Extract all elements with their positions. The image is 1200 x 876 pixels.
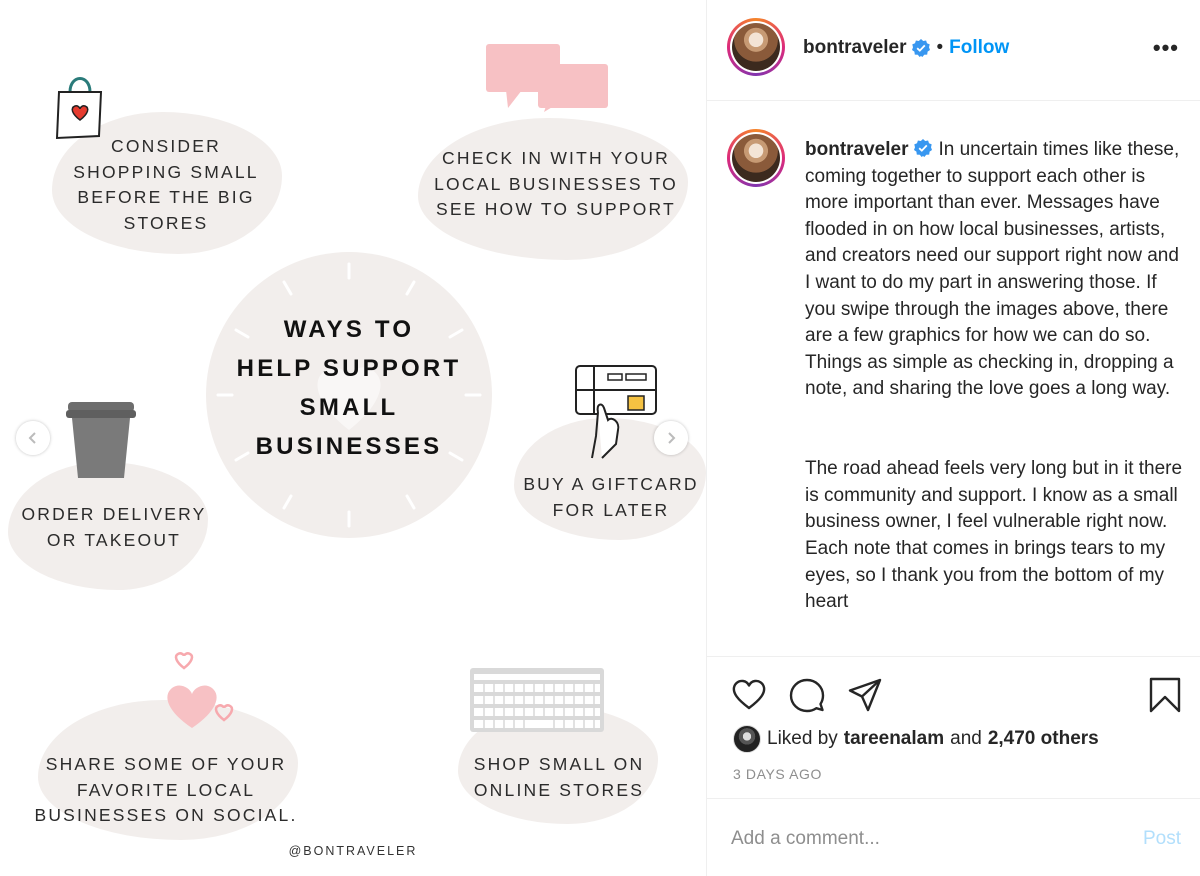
caption-paragraph: In uncertain times like these, coming to… <box>805 139 1180 400</box>
coffee-cup-icon <box>66 402 136 478</box>
comment-icon[interactable] <box>789 677 825 713</box>
post-panel: bontraveler • Follow ••• bontraveler In … <box>706 0 1200 876</box>
post-header: bontraveler • Follow ••• <box>707 0 1200 101</box>
tip-buy-giftcard: BUY A GIFTCARD FOR LATER <box>523 474 699 520</box>
caption-username[interactable]: bontraveler <box>805 139 908 160</box>
liked-prefix: Liked by <box>767 728 838 749</box>
liker-username[interactable]: tareenalam <box>844 728 944 750</box>
author-avatar[interactable] <box>727 18 785 76</box>
comment-box: Post <box>707 798 1200 876</box>
save-bookmark-icon[interactable] <box>1147 677 1183 713</box>
caption-paragraph: The road ahead feels very long but in it… <box>805 458 1183 613</box>
tip-shop-online: SHOP SMALL ON ONLINE STORES <box>473 754 645 800</box>
hearts-icon <box>167 652 234 728</box>
separator-dot: • <box>936 37 944 58</box>
tip-check-in: CHECK IN WITH YOUR LOCAL BUSINESSES TO SEE… <box>434 148 678 219</box>
post-timestamp[interactable]: 3 DAYS AGO <box>733 766 822 782</box>
likes-summary: Liked by tareenalam and 2,470 others <box>733 725 1099 753</box>
chat-bubbles-icon <box>486 44 608 112</box>
chevron-right-icon <box>668 432 676 444</box>
liked-and: and <box>950 728 982 749</box>
like-heart-icon[interactable] <box>731 677 767 713</box>
chevron-left-icon <box>28 432 36 444</box>
verified-badge-icon <box>912 39 931 57</box>
graphic-title: WAYS TO HELP SUPPORT SMALL BUSINESSES <box>236 316 462 460</box>
verified-badge-icon <box>914 139 933 157</box>
shopping-bag-icon <box>55 77 103 140</box>
post-caption: bontraveler In uncertain times like thes… <box>805 137 1189 616</box>
post-actions: Liked by tareenalam and 2,470 others 3 D… <box>707 656 1200 798</box>
caption-author-avatar[interactable] <box>727 129 785 187</box>
likes-count-link[interactable]: 2,470 others <box>988 728 1099 750</box>
tip-order-delivery: ORDER DELIVERY OR TAKEOUT <box>21 504 207 550</box>
post-comment-button[interactable]: Post <box>1143 828 1181 850</box>
post-image: CONSIDER SHOPPING SMALL BEFORE THE BIG STOR… <box>0 0 706 876</box>
tip-shop-small: CONSIDER SHOPPING SMALL BEFORE THE BIG STOR… <box>73 136 259 233</box>
next-image-button[interactable] <box>654 421 688 455</box>
tip-share-social: SHARE SOME OF YOUR FAVORITE LOCAL BUSINESS… <box>34 754 298 825</box>
liker-avatar[interactable] <box>733 725 761 753</box>
header-user: bontraveler • Follow <box>803 37 1009 59</box>
share-icon[interactable] <box>847 677 883 713</box>
giftcard-icon <box>575 365 657 459</box>
follow-button[interactable]: Follow <box>949 37 1009 59</box>
comment-input[interactable] <box>731 825 1111 853</box>
author-username[interactable]: bontraveler <box>803 37 906 59</box>
more-options-button[interactable]: ••• <box>1153 37 1179 59</box>
comments-area[interactable]: bontraveler In uncertain times like thes… <box>707 101 1200 656</box>
keyboard-icon <box>470 668 604 732</box>
previous-image-button[interactable] <box>16 421 50 455</box>
image-watermark: @BONTRAVELER <box>288 844 418 858</box>
